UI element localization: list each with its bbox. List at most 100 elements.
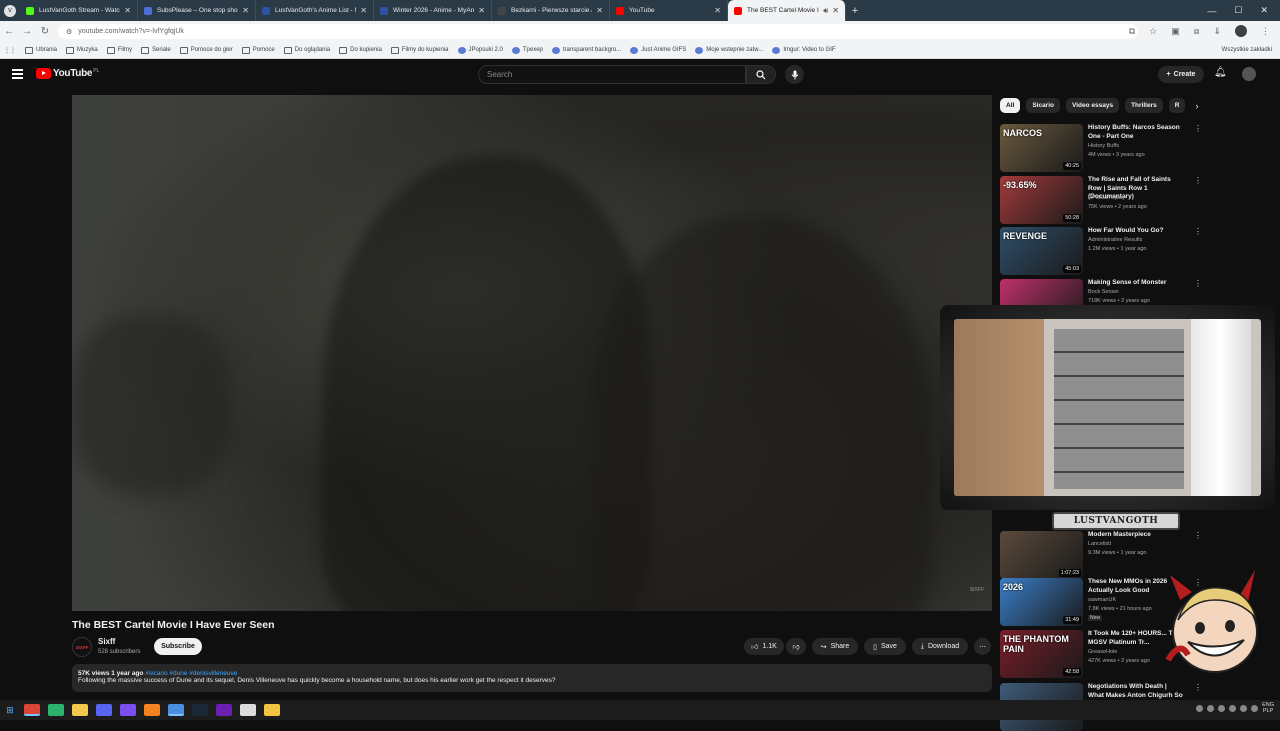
- extension-icon[interactable]: ▣: [1171, 26, 1180, 37]
- tray-icon[interactable]: [1240, 704, 1248, 712]
- url-bar[interactable]: ⚙ youtube.com/watch?v=-lvfYgfqjUk: [58, 24, 1138, 39]
- hashtags[interactable]: #sicario #dune #denisvilleneuve: [145, 670, 237, 677]
- bookmark-item[interactable]: Pomoce: [241, 46, 275, 54]
- keyboard-language[interactable]: ENG PLP: [1262, 702, 1274, 714]
- browser-tab[interactable]: Winter 2026 - Anime - MyAnim ✕: [374, 0, 492, 21]
- filter-chip[interactable]: Video essays: [1066, 98, 1120, 113]
- chrome-icon[interactable]: [24, 704, 40, 716]
- bookmark-item[interactable]: Seriale: [141, 46, 171, 54]
- video-title[interactable]: Modern Masterpiece: [1088, 531, 1184, 540]
- all-bookmarks-link[interactable]: Wszystkie zakładki: [1222, 47, 1272, 53]
- extensions-puzzle-icon[interactable]: ⧈: [1194, 26, 1200, 37]
- game-icon[interactable]: [240, 704, 256, 716]
- close-window-icon[interactable]: ✕: [1260, 5, 1268, 16]
- search-input[interactable]: Search: [478, 65, 746, 84]
- browser-menu-icon[interactable]: ⋮: [1261, 26, 1270, 37]
- browser-tab[interactable]: YouTube ✕: [610, 0, 728, 21]
- channel-name[interactable]: Sixff: [98, 637, 115, 646]
- video-thumbnail[interactable]: -93.65% 50:28: [1000, 176, 1083, 224]
- windows-start-icon[interactable]: ⊞: [0, 705, 20, 716]
- close-tab-icon[interactable]: ✕: [360, 6, 367, 15]
- bookmark-item[interactable]: Just Anime GIFS: [630, 46, 686, 54]
- volume-icon[interactable]: [1251, 704, 1259, 712]
- browser-icon[interactable]: [168, 704, 184, 716]
- tray-icon[interactable]: [1229, 704, 1237, 712]
- more-actions-button[interactable]: ⋯: [974, 638, 991, 655]
- video-title[interactable]: Making Sense of Monster: [1088, 279, 1184, 288]
- vlc-icon[interactable]: [144, 704, 160, 716]
- video-thumbnail[interactable]: REVENGE 45:03: [1000, 227, 1083, 275]
- download-button[interactable]: ⤓ Download: [912, 638, 968, 655]
- more-vertical-icon[interactable]: ⋮: [1194, 279, 1202, 288]
- search-button[interactable]: [746, 65, 776, 84]
- close-tab-icon[interactable]: ✕: [596, 6, 603, 15]
- new-tab-button[interactable]: +: [846, 5, 864, 17]
- bookmark-item[interactable]: Imgur: Video to GIF: [772, 46, 836, 54]
- bookmark-item[interactable]: Muzyka: [66, 46, 98, 54]
- channel-name[interactable]: History Buffs: [1088, 143, 1119, 149]
- bookmark-item[interactable]: Do kupienia: [339, 46, 382, 54]
- browser-tab[interactable]: SubsPlease – One stop shop fo ✕: [138, 0, 256, 21]
- video-title[interactable]: How Far Would You Go?: [1088, 227, 1184, 236]
- folder-icon[interactable]: [264, 704, 280, 716]
- channel-avatar[interactable]: SIXFF: [72, 637, 92, 657]
- video-thumbnail[interactable]: 1:07:23: [1000, 531, 1083, 579]
- close-tab-icon[interactable]: ✕: [124, 6, 131, 15]
- voice-search-button[interactable]: [785, 65, 804, 84]
- tray-icon[interactable]: [1218, 704, 1226, 712]
- browser-tab[interactable]: LustVanGoth's Anime List - My ✕: [256, 0, 374, 21]
- more-vertical-icon[interactable]: ⋮: [1194, 531, 1202, 540]
- close-tab-icon[interactable]: ✕: [832, 6, 839, 15]
- channel-name[interactable]: sawmanUK: [1088, 597, 1116, 603]
- share-button[interactable]: ↪ Share: [812, 638, 858, 655]
- bookmark-item[interactable]: Ubrania: [25, 46, 57, 54]
- video-thumbnail[interactable]: 2026 31:49: [1000, 578, 1083, 626]
- discord-icon[interactable]: [96, 704, 112, 716]
- site-info-icon[interactable]: ⚙: [66, 28, 72, 36]
- subscribe-button[interactable]: Subscribe: [154, 638, 202, 655]
- like-button[interactable]: 👍︎ 1.1K: [744, 638, 784, 655]
- cast-icon[interactable]: ⧉: [1129, 26, 1135, 37]
- minimize-icon[interactable]: —: [1207, 6, 1216, 16]
- filter-chip[interactable]: All: [1000, 98, 1021, 113]
- bookmark-item[interactable]: Do oglądania: [283, 46, 330, 54]
- channel-name[interactable]: Bock Sensei: [1088, 289, 1119, 295]
- bookmark-item[interactable]: Tpexep: [511, 46, 543, 54]
- browser-tab[interactable]: LustVanGoth Stream - Watch L ✕: [20, 0, 138, 21]
- filter-chip[interactable]: R: [1168, 98, 1186, 113]
- bookmark-item[interactable]: JPopsuki 2.0: [457, 46, 503, 54]
- downloads-icon[interactable]: ⇓: [1213, 26, 1221, 37]
- more-vertical-icon[interactable]: ⋮: [1194, 176, 1202, 185]
- close-tab-icon[interactable]: ✕: [714, 6, 721, 15]
- filter-chip[interactable]: Thrillers: [1125, 98, 1163, 113]
- filter-chip[interactable]: Sicario: [1026, 98, 1060, 113]
- account-avatar[interactable]: [1242, 67, 1256, 81]
- close-tab-icon[interactable]: ✕: [478, 6, 485, 15]
- apps-grid-icon[interactable]: ⋮⋮: [4, 47, 16, 54]
- video-title[interactable]: History Buffs: Narcos Season One - Part …: [1088, 124, 1184, 141]
- back-icon[interactable]: ←: [0, 26, 18, 37]
- bookmark-star-icon[interactable]: ☆: [1149, 26, 1157, 37]
- forward-icon[interactable]: →: [18, 26, 36, 37]
- tray-icon[interactable]: [1207, 704, 1215, 712]
- recommended-video[interactable]: NARCOS 40:25 History Buffs: Narcos Season …: [1000, 124, 1210, 173]
- video-player[interactable]: SIXFF: [72, 95, 992, 611]
- audio-icon[interactable]: 🔊︎: [823, 6, 828, 16]
- bookmark-item[interactable]: Moje wstepnie zatw...: [695, 46, 763, 54]
- dislike-button[interactable]: 👎︎: [786, 638, 806, 655]
- app-icon[interactable]: [48, 704, 64, 716]
- recommended-video[interactable]: -93.65% 50:28 The Rise and Fall of Saints …: [1000, 176, 1210, 225]
- video-thumbnail[interactable]: NARCOS 40:25: [1000, 124, 1083, 172]
- menu-icon[interactable]: [12, 69, 23, 81]
- steam-icon[interactable]: [192, 704, 208, 716]
- more-vertical-icon[interactable]: ⋮: [1194, 124, 1202, 133]
- close-tab-icon[interactable]: ✕: [242, 6, 249, 15]
- reload-icon[interactable]: ↻: [36, 26, 54, 37]
- chevron-right-icon[interactable]: ›: [1195, 101, 1198, 111]
- channel-name[interactable]: RPGGameplay: [1088, 195, 1125, 201]
- channel-name[interactable]: Lancelisti: [1088, 541, 1111, 547]
- save-button[interactable]: ▯ Save: [864, 638, 906, 655]
- channel-name[interactable]: GreaseHole: [1088, 649, 1117, 655]
- create-button[interactable]: + Create: [1158, 66, 1204, 83]
- browser-tab[interactable]: The BEST Cartel Movie I Ha 🔊︎ ✕: [728, 0, 846, 21]
